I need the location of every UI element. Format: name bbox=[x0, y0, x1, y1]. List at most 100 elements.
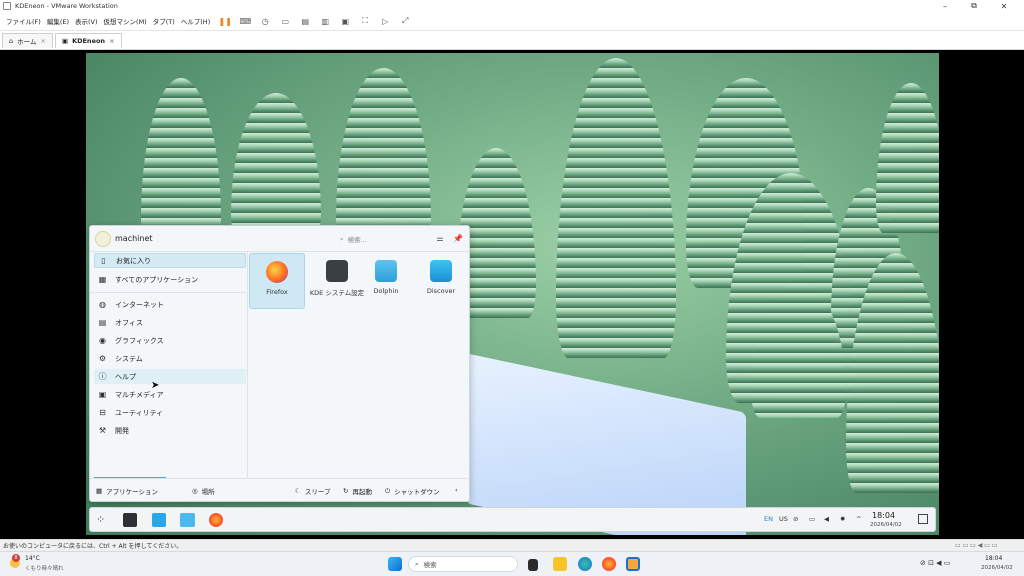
category-favorites[interactable]: ▯ お気に入り bbox=[94, 253, 246, 268]
revert-snapshot-icon[interactable]: ▭ bbox=[280, 16, 290, 26]
launcher-header: machinet ⌕ 検索... ⚌ 📌 bbox=[90, 226, 469, 252]
category-system[interactable]: ⚙ システム bbox=[94, 351, 246, 366]
category-all-apps[interactable]: ▦ すべてのアプリケーション bbox=[94, 272, 246, 287]
taskbar-clock-time[interactable]: 18:04 bbox=[985, 555, 1002, 562]
weather-temp[interactable]: 14°C bbox=[25, 555, 40, 562]
panel-clock-date[interactable]: 2026/04/02 bbox=[870, 522, 902, 528]
fullscreen-icon[interactable]: ⛶ bbox=[360, 16, 370, 26]
app-kde-settings[interactable]: KDE システム設定 bbox=[309, 253, 365, 309]
snapshot-manager-icon[interactable]: ▤ bbox=[300, 16, 310, 26]
maximize-button[interactable]: ⧉ bbox=[963, 0, 985, 12]
search-label: 検索 bbox=[423, 561, 437, 569]
app-label: KDE システム設定 bbox=[309, 289, 365, 297]
keyboard-layout-us[interactable]: US bbox=[779, 515, 788, 523]
system-settings-task-icon[interactable] bbox=[123, 513, 137, 527]
keyboard-layout-indicator[interactable]: EN bbox=[764, 515, 773, 523]
category-label: インターネット bbox=[115, 300, 164, 309]
mouse-cursor-icon: ➤ bbox=[151, 380, 160, 391]
status-text: お使いのコンピュータに戻るには、Ctrl + Alt を押してください。 bbox=[3, 543, 183, 550]
tab-close-icon[interactable]: × bbox=[109, 37, 114, 45]
shutdown-label: シャットダウン bbox=[394, 488, 440, 496]
windows-search-box[interactable]: ⌕ 検索 bbox=[408, 556, 518, 572]
category-multimedia[interactable]: ▣ マルチメディア bbox=[94, 387, 246, 402]
console-icon[interactable]: ▷ bbox=[380, 16, 390, 26]
category-help[interactable]: ⓘ ヘルプ bbox=[94, 369, 246, 384]
close-button[interactable]: ✕ bbox=[993, 0, 1015, 12]
show-desktop-icon[interactable] bbox=[918, 514, 928, 524]
leave-button[interactable]: ‹ bbox=[455, 486, 458, 494]
app-label: Firefox bbox=[266, 288, 288, 296]
app-firefox[interactable]: Firefox bbox=[249, 253, 305, 309]
wallpaper-tree bbox=[556, 58, 676, 358]
grid-icon: ▦ bbox=[98, 275, 107, 284]
library-icon[interactable]: ▥ bbox=[320, 16, 330, 26]
firefox-task-icon[interactable] bbox=[209, 513, 223, 527]
menu-view[interactable]: 表示(V) bbox=[75, 16, 98, 26]
send-keys-icon[interactable]: ⌨ bbox=[239, 16, 251, 26]
configure-icon[interactable]: ⚌ bbox=[434, 232, 446, 244]
pin-icon[interactable]: 📌 bbox=[452, 232, 464, 244]
firefox-icon bbox=[266, 261, 288, 283]
device-status-icons[interactable]: ▭ ▭ ▭ ◀ ▭ ▭ bbox=[955, 542, 998, 549]
vm-icon: ▣ bbox=[61, 36, 69, 45]
vmware-title-bar: KDEneon - VMware Workstation – ⧉ ✕ bbox=[0, 0, 1024, 12]
task-view-icon[interactable] bbox=[528, 559, 538, 571]
brightness-icon[interactable]: ✹ bbox=[840, 515, 845, 523]
tab-home[interactable]: ⌂ ホーム × bbox=[2, 32, 53, 48]
weather-desc[interactable]: くもり時々晴れ bbox=[25, 564, 64, 572]
discover-task-icon[interactable] bbox=[152, 513, 166, 527]
display-icon[interactable]: ▭ bbox=[809, 515, 815, 523]
panel-clock-time[interactable]: 18:04 bbox=[872, 511, 895, 520]
category-office[interactable]: ▤ オフィス bbox=[94, 315, 246, 330]
tab-applications[interactable]: ▦ アプリケーション bbox=[96, 486, 158, 496]
system-tray-icons[interactable]: ⊘ ⊡ ◀ ▭ bbox=[920, 559, 950, 567]
dolphin-task-icon[interactable] bbox=[180, 513, 195, 527]
menu-vm[interactable]: 仮想マシン(M) bbox=[104, 16, 147, 26]
chevron-left-icon: ‹ bbox=[455, 486, 458, 494]
kickoff-launcher-icon[interactable]: ⁘ bbox=[96, 513, 105, 526]
menu-file[interactable]: ファイル(F) bbox=[6, 16, 41, 26]
stretch-icon[interactable]: ⤢ bbox=[400, 16, 410, 26]
taskbar-clock-date[interactable]: 2026/04/02 bbox=[981, 565, 1013, 571]
restart-button[interactable]: ↻ 再起動 bbox=[343, 486, 372, 496]
category-internet[interactable]: ◍ インターネット bbox=[94, 297, 246, 312]
shutdown-button[interactable]: ⏻ シャットダウン bbox=[385, 486, 440, 497]
network-icon[interactable]: ⊘ bbox=[793, 515, 798, 523]
category-label: オフィス bbox=[115, 318, 143, 327]
menu-tabs[interactable]: タブ(T) bbox=[153, 16, 175, 26]
file-explorer-icon[interactable] bbox=[553, 557, 567, 571]
category-label: ユーティリティ bbox=[115, 408, 164, 417]
thumbnail-icon[interactable]: ▣ bbox=[340, 16, 350, 26]
windows-start-icon[interactable] bbox=[388, 557, 402, 571]
menu-bar: ファイル(F) 編集(E) 表示(V) 仮想マシン(M) タブ(T) ヘルプ(H… bbox=[0, 12, 1024, 31]
tab-close-icon[interactable]: × bbox=[40, 37, 45, 45]
app-dolphin[interactable]: Dolphin bbox=[358, 253, 414, 309]
menu-help[interactable]: ヘルプ(H) bbox=[181, 16, 210, 26]
search-icon: ⌕ bbox=[340, 234, 344, 243]
tab-kdeneon[interactable]: ▣ KDEneon × bbox=[54, 32, 122, 48]
wallpaper-tree bbox=[876, 83, 939, 233]
pause-icon[interactable]: ❚❚ bbox=[219, 16, 232, 26]
edge-icon[interactable] bbox=[578, 557, 592, 571]
snapshot-icon[interactable]: ◷ bbox=[260, 16, 270, 26]
vmware-logo-icon bbox=[3, 2, 11, 10]
category-development[interactable]: ⚒ 開発 bbox=[94, 423, 246, 438]
firefox-icon[interactable] bbox=[602, 557, 616, 571]
avatar[interactable] bbox=[95, 231, 111, 247]
minimize-button[interactable]: – bbox=[934, 0, 956, 12]
category-label: お気に入り bbox=[116, 256, 151, 265]
menu-edit[interactable]: 編集(E) bbox=[47, 16, 69, 26]
tab-places[interactable]: ◎ 場所 bbox=[192, 486, 215, 496]
restart-icon: ↻ bbox=[343, 487, 349, 495]
volume-icon[interactable]: ◀ bbox=[824, 515, 829, 523]
kde-panel: ⁘ EN US ⊘ ▭ ◀ ✹ ^ 18:04 2026/04/02 bbox=[89, 507, 936, 532]
category-label: 開発 bbox=[115, 426, 129, 435]
chevron-up-icon[interactable]: ^ bbox=[856, 515, 861, 523]
vmware-workstation-icon[interactable] bbox=[626, 557, 640, 571]
category-utilities[interactable]: ⊟ ユーティリティ bbox=[94, 405, 246, 420]
wrench-icon: ⚒ bbox=[98, 426, 107, 435]
sleep-button[interactable]: ☾ スリープ bbox=[295, 486, 330, 496]
app-discover[interactable]: Discover bbox=[413, 253, 469, 309]
category-graphics[interactable]: ◉ グラフィックス bbox=[94, 333, 246, 348]
search-field[interactable]: ⌕ 検索... bbox=[340, 232, 510, 246]
